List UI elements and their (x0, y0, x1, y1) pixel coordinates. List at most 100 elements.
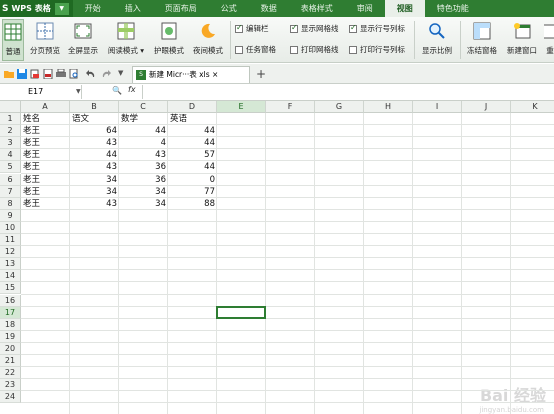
table-cell[interactable]: 64 (70, 125, 119, 137)
row-header[interactable]: 7 (0, 185, 21, 198)
function-icon[interactable]: fx (128, 85, 136, 94)
row-header[interactable]: 21 (0, 355, 21, 368)
print-icon[interactable] (56, 69, 66, 79)
table-cell[interactable]: 43 (70, 161, 119, 173)
table-cell[interactable]: 88 (168, 198, 217, 210)
table-cell[interactable]: 语文 (70, 113, 119, 125)
row-header[interactable]: 16 (0, 294, 21, 307)
page-break-preview-button[interactable]: 分页预览 (29, 19, 61, 61)
table-cell[interactable]: 34 (70, 186, 119, 198)
active-cell[interactable] (216, 305, 266, 319)
table-cell[interactable]: 44 (119, 125, 168, 137)
table-cell[interactable]: 43 (70, 137, 119, 149)
row-header[interactable]: 5 (0, 161, 21, 174)
menu-tab[interactable]: 视图 (384, 0, 425, 17)
row-header[interactable]: 19 (0, 330, 21, 343)
table-cell[interactable]: 数学 (119, 113, 168, 125)
menu-tab[interactable]: 审阅 (345, 0, 385, 17)
redo-icon[interactable] (101, 69, 111, 79)
normal-view-button[interactable]: 普通 (2, 19, 24, 61)
name-box-dropdown-icon[interactable]: ▼ (76, 88, 81, 95)
export-pdf-icon[interactable] (43, 69, 53, 79)
row-header[interactable]: 9 (0, 209, 21, 222)
column-header[interactable]: K (511, 101, 554, 113)
menu-tab[interactable]: 数据 (249, 0, 289, 17)
checkbox-print-gridlines[interactable]: 打印网格线 (290, 44, 339, 55)
row-header[interactable]: 13 (0, 258, 21, 271)
document-tab[interactable]: S 新建 Micr···表 xls × (132, 66, 250, 83)
column-header[interactable]: E (217, 101, 266, 113)
row-header[interactable]: 6 (0, 173, 21, 186)
preview-icon[interactable] (69, 69, 79, 79)
table-cell[interactable]: 34 (70, 174, 119, 186)
table-cell[interactable]: 44 (168, 161, 217, 173)
row-header[interactable]: 14 (0, 270, 21, 283)
freeze-panes-button[interactable]: 冻结窗格 (464, 19, 500, 61)
menu-tab[interactable]: 公式 (209, 0, 249, 17)
table-cell[interactable]: 老王 (21, 198, 70, 210)
fullscreen-button[interactable]: 全屏显示 (66, 19, 100, 61)
night-mode-button[interactable]: 夜间模式 (191, 19, 225, 61)
checkbox-task-pane[interactable]: 任务窗格 (235, 44, 276, 55)
column-header[interactable]: J (462, 101, 511, 113)
reading-mode-button[interactable]: 阅读模式 ▾ (106, 19, 146, 61)
rearrange-button[interactable]: 重 (544, 19, 554, 61)
table-cell[interactable]: 老王 (21, 125, 70, 137)
row-header[interactable]: 4 (0, 149, 21, 162)
menu-tab[interactable]: 页面布局 (153, 0, 209, 17)
zoom-button[interactable]: 显示比例 (419, 19, 455, 61)
table-cell[interactable]: 老王 (21, 174, 70, 186)
column-header[interactable]: H (364, 101, 413, 113)
checkbox-show-gridlines[interactable]: 显示网格线 (290, 23, 339, 34)
column-header[interactable]: C (119, 101, 168, 113)
row-header[interactable]: 10 (0, 221, 21, 234)
table-cell[interactable]: 36 (119, 161, 168, 173)
table-cell[interactable]: 77 (168, 186, 217, 198)
row-header[interactable]: 12 (0, 246, 21, 259)
table-cell[interactable]: 英语 (168, 113, 217, 125)
app-logo[interactable]: S WPS 表格 ▼ (0, 0, 73, 17)
table-cell[interactable]: 57 (168, 149, 217, 161)
table-cell[interactable]: 老王 (21, 149, 70, 161)
new-window-button[interactable]: 新建窗口 (504, 19, 540, 61)
table-cell[interactable]: 43 (119, 149, 168, 161)
table-cell[interactable]: 老王 (21, 161, 70, 173)
row-header[interactable]: 3 (0, 137, 21, 150)
table-cell[interactable]: 43 (70, 198, 119, 210)
row-header[interactable]: 17 (0, 306, 21, 319)
menu-tab[interactable]: 开始 (73, 0, 113, 17)
spreadsheet-grid[interactable]: Bai 经验 jingyan.baidu.com ABCDEFGHIJK1234… (0, 101, 554, 414)
row-header[interactable]: 2 (0, 125, 21, 138)
column-header[interactable]: I (413, 101, 462, 113)
menu-tab[interactable]: 插入 (113, 0, 153, 17)
row-header[interactable]: 15 (0, 282, 21, 295)
table-cell[interactable]: 44 (168, 137, 217, 149)
row-header[interactable]: 20 (0, 342, 21, 355)
column-header[interactable]: F (266, 101, 315, 113)
table-cell[interactable]: 姓名 (21, 113, 70, 125)
table-cell[interactable]: 44 (70, 149, 119, 161)
select-all-corner[interactable] (0, 101, 21, 113)
app-menu-dropdown-icon[interactable]: ▼ (54, 2, 69, 15)
table-cell[interactable]: 34 (119, 198, 168, 210)
column-header[interactable]: B (70, 101, 119, 113)
row-header[interactable]: 24 (0, 391, 21, 404)
name-box[interactable]: E17 (0, 85, 82, 99)
quick-access-dropdown-icon[interactable]: ▼ (118, 69, 123, 77)
checkbox-show-headers[interactable]: 显示行号列标 (349, 23, 405, 34)
row-header[interactable]: 22 (0, 367, 21, 380)
column-header[interactable]: A (21, 101, 70, 113)
table-cell[interactable]: 4 (119, 137, 168, 149)
new-tab-button[interactable]: + (256, 67, 266, 81)
table-cell[interactable]: 老王 (21, 137, 70, 149)
table-cell[interactable]: 0 (168, 174, 217, 186)
row-header[interactable]: 18 (0, 318, 21, 331)
table-cell[interactable]: 34 (119, 186, 168, 198)
magnifier-icon[interactable]: 🔍 (112, 86, 122, 95)
column-header[interactable]: D (168, 101, 217, 113)
column-header[interactable]: G (315, 101, 364, 113)
menu-tab[interactable]: 表格样式 (289, 0, 345, 17)
checkbox-formula-bar[interactable]: 编辑栏 (235, 23, 269, 34)
table-cell[interactable]: 老王 (21, 186, 70, 198)
row-header[interactable]: 8 (0, 197, 21, 210)
